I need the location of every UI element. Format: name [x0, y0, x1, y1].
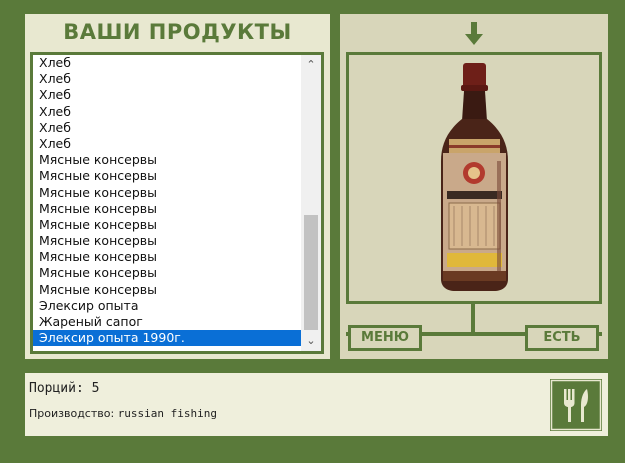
- list-item[interactable]: Хлеб: [33, 71, 304, 87]
- preview-panel: МЕНЮ ЕСТЬ: [340, 14, 608, 359]
- eat-button[interactable]: ЕСТЬ: [525, 325, 599, 351]
- products-list[interactable]: Хлеб Хлеб Хлеб Хлеб Хлеб Хлеб Мясные консервы М…: [33, 55, 304, 351]
- list-item[interactable]: Хлеб: [33, 87, 304, 103]
- info-panel: Порций: 5 Производство: russian fishing: [25, 373, 608, 436]
- list-item[interactable]: Мясные консервы: [33, 233, 304, 249]
- list-item[interactable]: Мясные консервы: [33, 168, 304, 184]
- list-item[interactable]: Мясные консервы: [33, 185, 304, 201]
- list-item[interactable]: Мясные консервы: [33, 152, 304, 168]
- list-item[interactable]: Хлеб: [33, 104, 304, 120]
- menu-button[interactable]: МЕНЮ: [348, 325, 422, 351]
- products-panel: ВАШИ ПРОДУКТЫ Хлеб Хлеб Хлеб Хлеб Хлеб Хлеб Мя…: [25, 14, 330, 359]
- list-item[interactable]: Мясные консервы: [33, 201, 304, 217]
- production-text: Производство: russian fishing: [29, 407, 217, 420]
- products-title: ВАШИ ПРОДУКТЫ: [63, 20, 292, 44]
- list-item[interactable]: Мясные консервы: [33, 282, 304, 298]
- products-listbox[interactable]: Хлеб Хлеб Хлеб Хлеб Хлеб Хлеб Мясные консервы М…: [30, 52, 324, 354]
- production-value: russian fishing: [117, 407, 218, 420]
- portions-text: Порций: 5: [29, 381, 100, 396]
- cutlery-icon: [550, 379, 602, 431]
- list-item[interactable]: Элексир опыта 1990г.: [33, 330, 304, 347]
- product-image-frame: [346, 52, 602, 304]
- eat-cutlery-button[interactable]: [550, 379, 602, 431]
- list-item[interactable]: Мясные консервы: [33, 249, 304, 265]
- list-item[interactable]: Жареный сапог: [33, 314, 304, 330]
- list-scrollbar[interactable]: ⌃ ⌄: [301, 55, 321, 351]
- connector-line: [471, 304, 475, 334]
- list-item[interactable]: Элексир опыта: [33, 298, 304, 314]
- list-item[interactable]: Хлеб: [33, 55, 304, 71]
- scroll-down-icon[interactable]: ⌄: [301, 333, 321, 349]
- scroll-thumb[interactable]: [304, 215, 318, 330]
- list-item[interactable]: Хлеб: [33, 136, 304, 152]
- arrow-down-icon: [465, 22, 483, 45]
- production-label: Производство:: [29, 407, 115, 420]
- wine-bottle-icon: [441, 63, 508, 291]
- list-item[interactable]: Мясные консервы: [33, 265, 304, 281]
- list-item[interactable]: Мясные консервы: [33, 217, 304, 233]
- scroll-up-icon[interactable]: ⌃: [301, 57, 321, 73]
- list-item[interactable]: Хлеб: [33, 120, 304, 136]
